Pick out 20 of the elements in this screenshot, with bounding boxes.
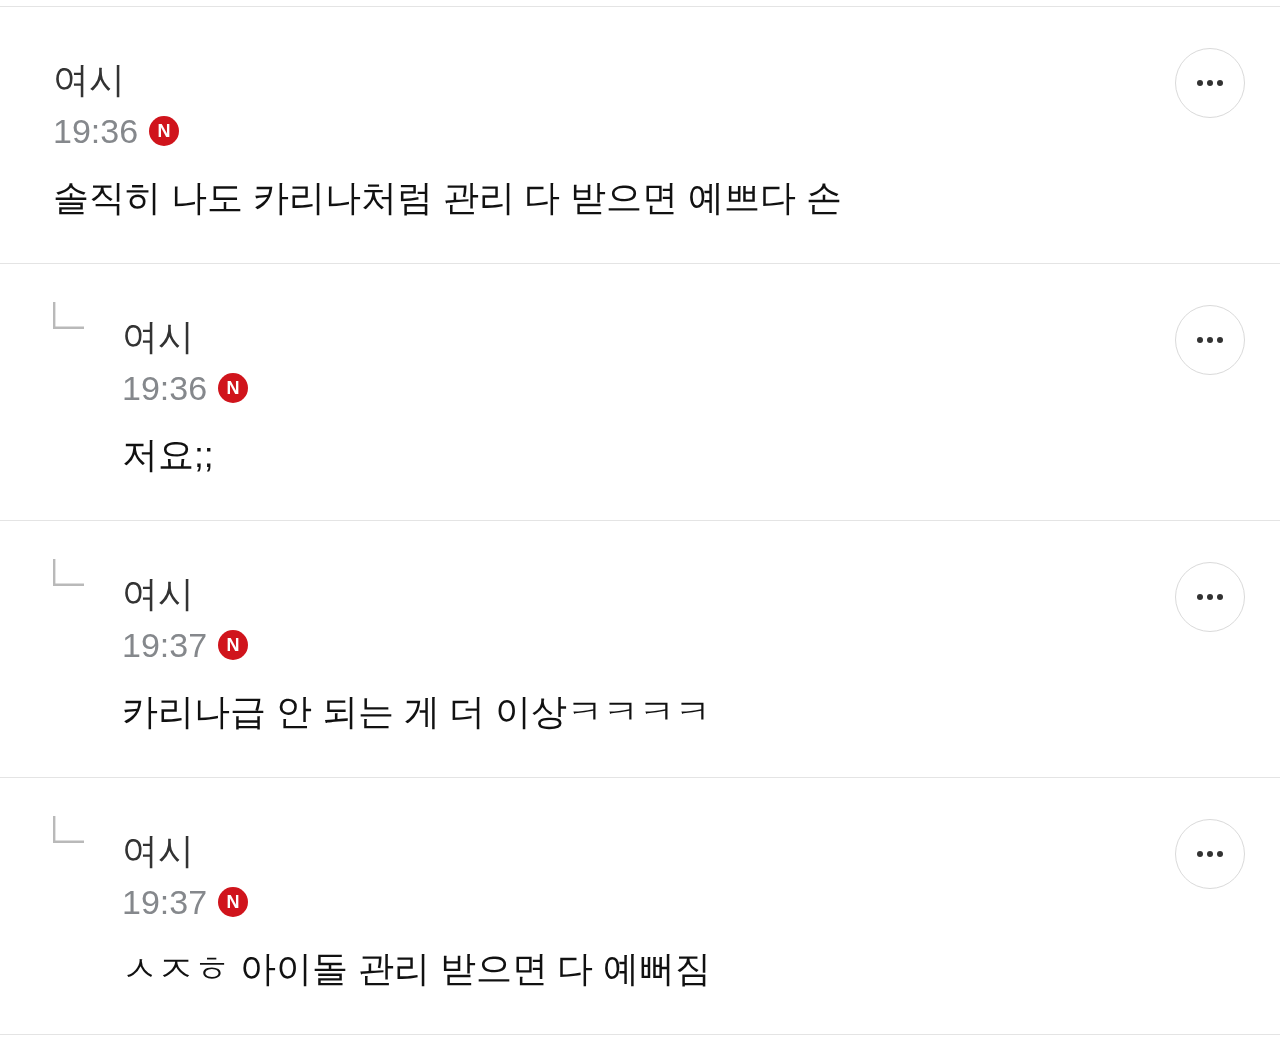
new-badge: N	[149, 116, 180, 146]
ellipsis-icon	[1197, 851, 1223, 857]
comment-text: 저요;;	[122, 434, 214, 477]
new-badge: N	[218, 373, 249, 403]
comment-text: ㅅㅈㅎ 아이돌 관리 받으면 다 예뻐짐	[122, 948, 712, 991]
comment-author: 여시	[122, 829, 194, 873]
comment-time: 19:36	[122, 368, 208, 409]
new-badge: N	[218, 630, 249, 660]
ellipsis-icon	[1197, 80, 1223, 86]
new-badge: N	[218, 887, 249, 917]
comment-time: 19:36	[53, 111, 139, 152]
ellipsis-icon	[1197, 337, 1223, 343]
ellipsis-icon	[1197, 594, 1223, 600]
comment-author: 여시	[122, 315, 194, 359]
comment-text: 솔직히 나도 카리나처럼 관리 다 받으면 예쁘다 손	[53, 177, 843, 220]
comment-time: 19:37	[122, 625, 208, 666]
comment-author: 여시	[53, 58, 125, 102]
comment-author: 여시	[122, 572, 194, 616]
comment-time: 19:37	[122, 882, 208, 923]
comment-text: 카리나급 안 되는 게 더 이상ㅋㅋㅋㅋ	[122, 691, 712, 734]
